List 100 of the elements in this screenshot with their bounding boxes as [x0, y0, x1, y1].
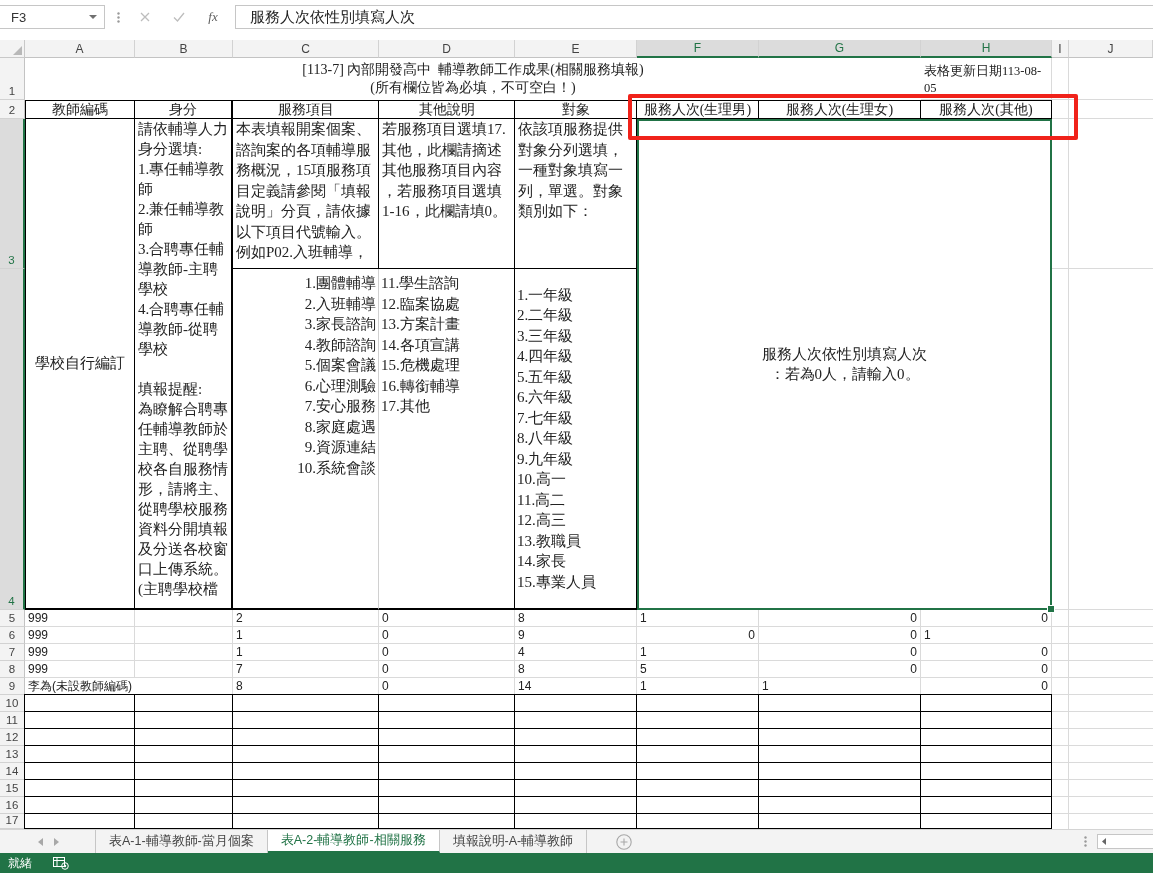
code-item: 12.臨案協處: [381, 294, 460, 314]
cell-value: 李為(未設教師編碼): [25, 678, 135, 694]
sheet-tab[interactable]: 表A-2-輔導教師-相關服務: [267, 830, 440, 853]
instruction-text: 請依輔導人力身分選填:: [138, 120, 229, 159]
column-header[interactable]: B: [135, 40, 233, 58]
instruction-text: ：若為0人，請輸入0。: [769, 364, 920, 384]
code-item: 1.一年級: [517, 285, 574, 305]
instruction-text: 為瞭解合聘專任輔導教師於主聘、從聘學校各自服務情形，請將主、從聘學校服務資料分開填報及分送各校窗口上傳系統。(主聘學校檔: [138, 400, 229, 599]
code-item: 10.系統會談: [297, 458, 376, 478]
code-item: 7.安心服務: [304, 397, 376, 416]
status-text: 就緒: [8, 855, 32, 872]
column-title: 其他說明: [418, 101, 475, 118]
column-header[interactable]: F: [637, 40, 759, 58]
instruction-text: 填報提醒:: [138, 380, 204, 399]
close-icon: [140, 12, 150, 22]
code-item: 11.學生諮詢: [381, 274, 460, 293]
formula-field[interactable]: 服務人次依性別填寫人次: [235, 5, 1153, 29]
column-header[interactable]: C: [233, 40, 379, 58]
instruction-text: 1.專任輔導教師: [138, 160, 226, 199]
code-item: 10.高一: [517, 470, 566, 490]
row-header[interactable]: 12: [0, 729, 25, 746]
code-item: 12.高三: [517, 511, 566, 531]
code-item: 5.個案會議: [304, 356, 376, 375]
caret-left-icon: [37, 837, 43, 846]
fill-handle[interactable]: [1047, 605, 1055, 613]
code-item: 8.家庭處遇: [304, 417, 376, 437]
column-title: 服務人次(生理女): [785, 101, 894, 118]
code-item: 3.三年級: [517, 326, 574, 346]
column-title: 服務人次(生理男): [643, 101, 752, 118]
row-header[interactable]: 7: [0, 644, 25, 661]
sheet-title: [113-7] 內部開發高中 輔導教師工作成果(相關服務填報): [302, 61, 644, 79]
column-header[interactable]: G: [759, 40, 921, 58]
insert-function-button[interactable]: fx: [196, 5, 230, 29]
row-header[interactable]: 10: [0, 695, 25, 712]
row-header[interactable]: 9: [0, 678, 25, 695]
caret-right-icon: [53, 837, 59, 846]
code-item: 3.家長諮詢: [304, 315, 376, 334]
column-header[interactable]: A: [25, 40, 135, 58]
row-header[interactable]: 1: [0, 58, 25, 100]
instruction-text: 本表填報開案個案、諮詢案的各項輔導服務概況，15項服務項目定義請參閱「填報說明」分頁，請依據以下項目代號輸入。例如P02.入班輔導，: [235, 120, 372, 262]
code-item: 6.六年級: [517, 388, 574, 408]
row-header[interactable]: 5: [0, 610, 25, 627]
row-header[interactable]: 3: [0, 119, 25, 269]
code-item: 14.家長: [517, 552, 566, 572]
update-date: 表格更新日期113-08-05: [923, 63, 1043, 97]
column-header[interactable]: D: [379, 40, 515, 58]
row-header[interactable]: 15: [0, 780, 25, 797]
code-item: 17.其他: [381, 397, 430, 416]
code-item: 1.團體輔導: [304, 274, 376, 293]
instruction-text: 4.合聘專任輔導教師-從聘學校: [138, 300, 226, 359]
code-item: 2.入班輔導: [304, 294, 376, 314]
grip-icon: [1084, 836, 1087, 847]
code-item: 16.轉銜輔導: [381, 376, 460, 396]
code-item: 13.教職員: [517, 531, 581, 551]
column-header[interactable]: I: [1052, 40, 1069, 58]
plus-circle-icon: [616, 833, 633, 850]
horizontal-scrollbar[interactable]: [1097, 834, 1153, 849]
code-item: 8.八年級: [517, 429, 574, 449]
code-item: 15.危機處理: [381, 356, 460, 375]
instruction-text: 若服務項目選填17.其他，此欄請摘述其他服務項目內容，若服務項目選填1-16，此欄請填0。: [381, 120, 508, 221]
check-icon: [173, 12, 185, 22]
code-item: 15.專業人員: [517, 572, 596, 592]
code-item: 13.方案計畫: [381, 315, 460, 334]
code-item: 5.五年級: [517, 367, 574, 387]
row-header[interactable]: 6: [0, 627, 25, 644]
code-item: 9.九年級: [517, 449, 574, 469]
code-item: 4.四年級: [517, 347, 574, 367]
column-header[interactable]: J: [1069, 40, 1153, 58]
name-box[interactable]: F3: [0, 5, 105, 29]
instruction-text: 3.合聘專任輔導教師-主聘學校: [138, 240, 226, 299]
code-item: 14.各項宣講: [381, 335, 460, 355]
select-all-button[interactable]: [0, 40, 25, 58]
instruction-text: 2.兼任輔導教師: [138, 200, 226, 239]
code-item: 9.資源連結: [304, 438, 376, 457]
code-item: 7.七年級: [517, 408, 574, 428]
code-item: 4.教師諮詢: [304, 335, 376, 355]
row-header[interactable]: 13: [0, 746, 25, 763]
row-header[interactable]: 4: [0, 269, 25, 610]
grip-icon: [117, 12, 120, 23]
triangle-icon: [13, 46, 22, 55]
code-item: 6.心理測驗: [304, 376, 376, 396]
code-item: 11.高二: [517, 490, 566, 510]
column-title: 服務人次(其他): [939, 101, 1033, 118]
caret-left-icon: [1102, 838, 1106, 845]
caret-down-icon: [89, 15, 97, 19]
column-title: 身分: [169, 101, 197, 118]
column-title: 教師編碼: [52, 101, 108, 118]
column-header[interactable]: H: [921, 40, 1052, 58]
code-item: 2.二年級: [517, 306, 574, 326]
row-header[interactable]: 16: [0, 797, 25, 814]
instruction-text: 服務人次依性別填寫人次: [762, 344, 927, 364]
row-header[interactable]: 11: [0, 712, 25, 729]
title-note: (所有欄位皆為必填，不可空白！): [370, 79, 576, 97]
row-header[interactable]: 14: [0, 763, 25, 780]
column-header[interactable]: E: [515, 40, 637, 58]
row-header[interactable]: 2: [0, 100, 25, 119]
spreadsheet-icon: [53, 856, 69, 870]
row-header[interactable]: 8: [0, 661, 25, 678]
row-header[interactable]: 17: [0, 814, 25, 829]
column-title: 對象: [561, 101, 590, 118]
